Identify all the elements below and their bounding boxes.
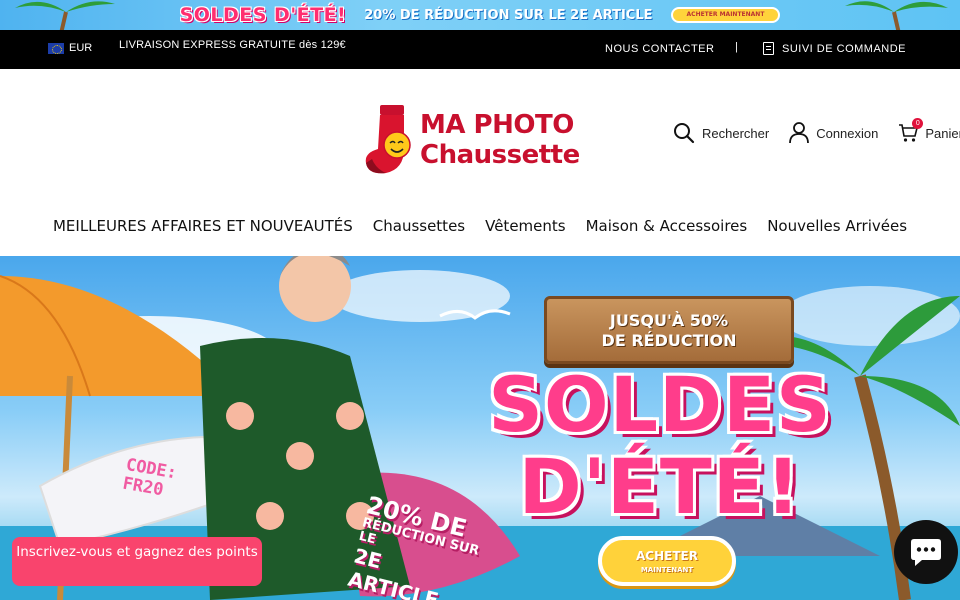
- eu-flag-icon: [48, 42, 64, 54]
- hero-title: SOLDES D'ÉTÉ!: [470, 364, 850, 528]
- contact-link[interactable]: NOUS CONTACTER: [605, 43, 714, 55]
- sign-line-1: JUSQU'À 50%: [609, 311, 729, 330]
- hero-title-line-1: SOLDES: [488, 360, 832, 449]
- topbar-separator: |: [735, 41, 738, 53]
- logo-line-2: Chaussette: [420, 140, 580, 170]
- currency-label: EUR: [69, 42, 93, 54]
- hero-button-line-2: MAINTENANT: [640, 566, 694, 574]
- nav-item-socks[interactable]: Chaussettes: [373, 217, 465, 235]
- logo-line-1: MA PHOTO: [420, 110, 574, 140]
- cart-count-badge: 0: [912, 118, 924, 129]
- promo-subtitle: 20% DE RÉDUCTION SUR LE 2E ARTICLE: [364, 7, 653, 23]
- sock-logo-icon: [365, 105, 411, 174]
- search-button[interactable]: Rechercher: [673, 122, 769, 144]
- cart-label: Panier: [925, 125, 960, 141]
- hero-title-line-2: D'ÉTÉ!: [518, 442, 802, 531]
- shipping-notice: LIVRAISON EXPRESS GRATUITE dès 129€: [119, 39, 346, 51]
- promo-shop-button[interactable]: ACHETER MAINTENANT: [670, 7, 781, 23]
- order-tracking-label: SUIVI DE COMMANDE: [782, 42, 907, 55]
- main-navigation: MEILLEURES AFFAIRES ET NOUVEAUTÉS Chauss…: [0, 217, 960, 235]
- currency-selector[interactable]: EUR: [48, 42, 92, 54]
- header-actions: Rechercher Connexion 0 Panier: [673, 118, 960, 144]
- site-logo[interactable]: MA PHOTO Chaussette: [364, 103, 600, 177]
- discount-sign: JUSQU'À 50% DE RÉDUCTION: [544, 296, 794, 364]
- order-tracking-link[interactable]: SUIVI DE COMMANDE: [763, 42, 906, 55]
- chat-button[interactable]: [894, 520, 958, 584]
- top-bar: EUR LIVRAISON EXPRESS GRATUITE dès 129€ …: [0, 30, 960, 69]
- nav-item-home-accessories[interactable]: Maison & Accessoires: [586, 217, 748, 235]
- promo-title: SOLDES D'ÉTÉ!: [179, 4, 347, 26]
- search-label: Rechercher: [702, 125, 770, 141]
- hero-shop-button[interactable]: ACHETER MAINTENANT: [598, 536, 736, 586]
- chat-bubble-icon: [911, 539, 941, 566]
- login-label: Connexion: [816, 125, 879, 141]
- sign-line-2: DE RÉDUCTION: [601, 331, 737, 350]
- document-icon: [763, 42, 774, 55]
- site-header: MA PHOTO Chaussette Rechercher Connexion: [0, 69, 960, 256]
- nav-item-best-deals[interactable]: MEILLEURES AFFAIRES ET NOUVEAUTÉS: [53, 217, 353, 235]
- promo-banner[interactable]: SOLDES D'ÉTÉ! 20% DE RÉDUCTION SUR LE 2E…: [0, 0, 960, 30]
- user-icon: [789, 122, 810, 144]
- search-icon: [674, 123, 695, 144]
- palm-tree-icon: [15, 1, 115, 30]
- rewards-signup-button[interactable]: Inscrivez-vous et gagnez des points: [12, 537, 262, 586]
- nav-item-clothing[interactable]: Vêtements: [485, 217, 565, 235]
- nav-item-new-arrivals[interactable]: Nouvelles Arrivées: [767, 217, 907, 235]
- login-button[interactable]: Connexion: [789, 122, 878, 144]
- cart-button[interactable]: 0 Panier: [898, 118, 960, 143]
- palm-tree-icon: [845, 1, 948, 30]
- hero-button-line-1: ACHETER: [636, 549, 698, 563]
